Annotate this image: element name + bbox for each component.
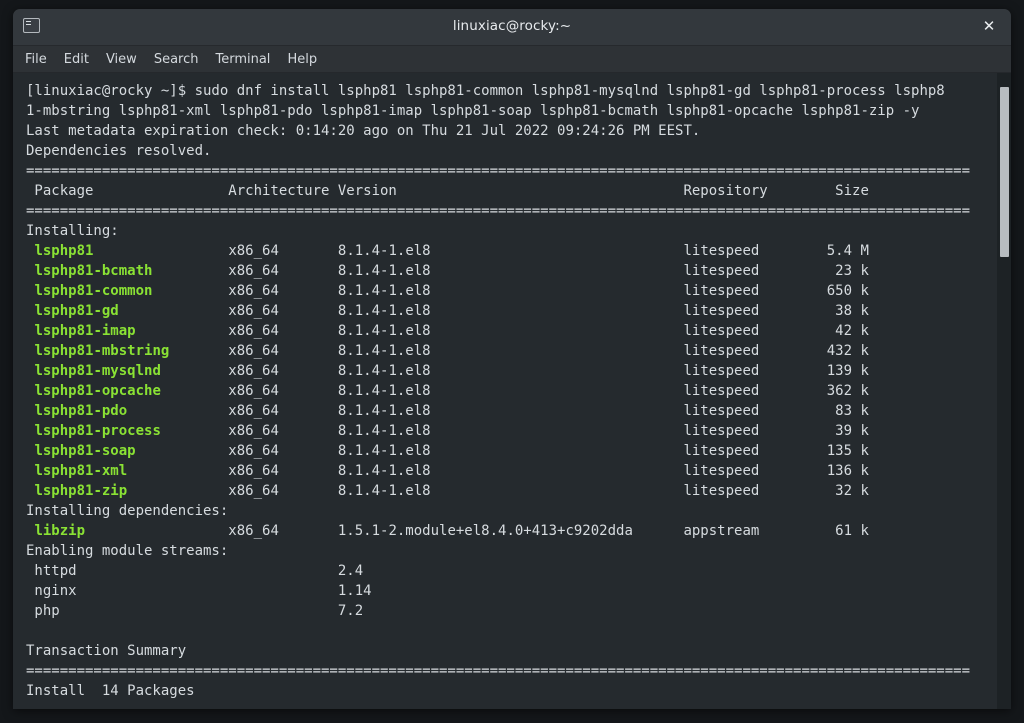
window-titlebar: linuxiac@rocky:~ ✕ <box>13 9 1011 46</box>
menu-item-view[interactable]: View <box>106 52 137 67</box>
terminal-scrollbar-thumb[interactable] <box>1000 87 1009 257</box>
terminal-window: linuxiac@rocky:~ ✕ File Edit View Search… <box>13 9 1011 709</box>
menu-item-edit[interactable]: Edit <box>64 52 89 67</box>
window-title: linuxiac@rocky:~ <box>452 18 572 34</box>
menu-item-file[interactable]: File <box>25 52 47 67</box>
close-icon[interactable]: ✕ <box>980 17 998 35</box>
menu-item-help[interactable]: Help <box>287 52 317 67</box>
terminal-scrollbar-track[interactable] <box>997 73 1011 709</box>
terminal-text: [linuxiac@rocky ~]$ sudo dnf install lsp… <box>26 83 971 699</box>
menu-item-search[interactable]: Search <box>154 52 199 67</box>
menu-bar: File Edit View Search Terminal Help <box>13 46 1011 73</box>
menu-item-terminal[interactable]: Terminal <box>215 52 270 67</box>
terminal-output-area[interactable]: [linuxiac@rocky ~]$ sudo dnf install lsp… <box>13 73 1011 709</box>
desktop-background: linuxiac@rocky:~ ✕ File Edit View Search… <box>0 0 1024 723</box>
